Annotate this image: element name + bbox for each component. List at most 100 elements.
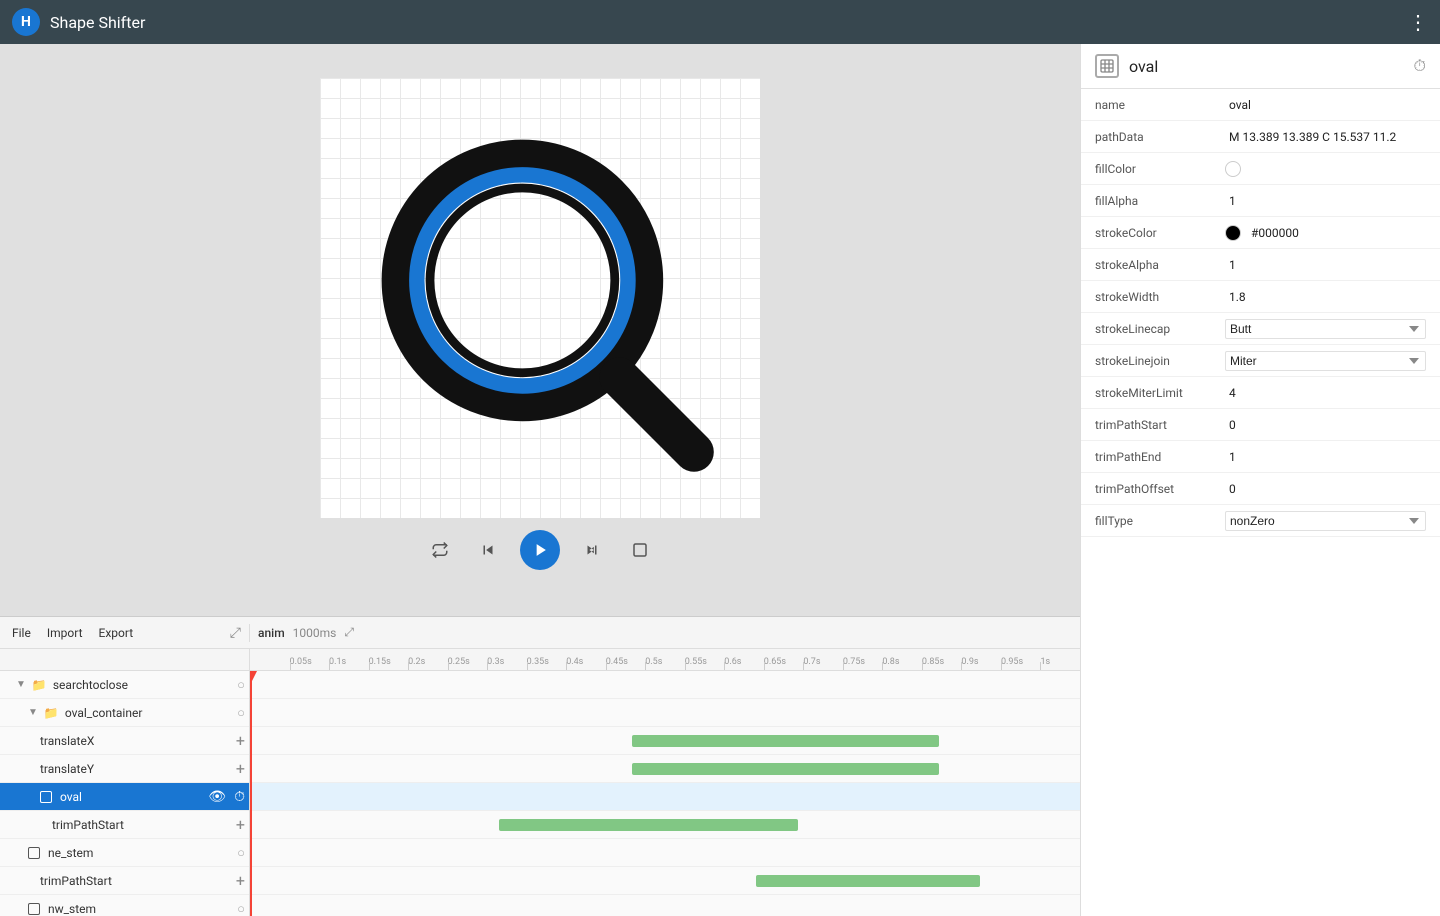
ruler-tick-0.3s: 0.3s <box>487 649 504 670</box>
prop-row-name: nameoval <box>1081 89 1440 121</box>
expand-timeline-icon[interactable]: ⤢ <box>344 625 354 640</box>
panel-timer-icon[interactable]: ⏱ <box>1414 56 1426 76</box>
more-options-icon[interactable]: ⋮ <box>1408 10 1428 34</box>
ruler-tick-1s: 1s <box>1040 649 1050 670</box>
topbar: H Shape Shifter ⋮ <box>0 0 1440 44</box>
ruler-tick-0.65s: 0.65s <box>764 649 786 670</box>
prop-value-fillAlpha: 1 <box>1225 192 1426 210</box>
keyframe-bar-ne-trimPathStart <box>756 875 980 887</box>
ruler-tick-0.75s: 0.75s <box>843 649 865 670</box>
main-area: File Import Export ⤢ anim 1000ms ⤢ 0.05s… <box>0 44 1440 916</box>
repeat-button[interactable] <box>624 534 656 566</box>
prop-select-strokeLinejoin[interactable]: MiterRoundBevel <box>1225 351 1426 371</box>
prop-row-strokeWidth: strokeWidth1.8 <box>1081 281 1440 313</box>
play-button[interactable] <box>520 530 560 570</box>
track-oval[interactable]: oval 👁 ⏱ <box>0 783 249 811</box>
properties-panel: oval ⏱ nameovalpathDataM 13.389 13.389 C… <box>1080 44 1440 916</box>
topbar-left: H Shape Shifter <box>12 8 145 36</box>
track-ne-trimPathStart: trimPathStart + <box>0 867 249 895</box>
skip-forward-button[interactable] <box>576 534 608 566</box>
timeline-tracks-right <box>250 671 1080 916</box>
canvas-wrapper <box>320 78 760 518</box>
import-menu[interactable]: Import <box>43 624 87 642</box>
playback-controls <box>424 518 656 582</box>
keyframe-row-oval-container <box>250 699 1080 727</box>
prop-row-strokeAlpha: strokeAlpha1 <box>1081 249 1440 281</box>
ruler-tick-0.8s: 0.8s <box>882 649 899 670</box>
keyframe-row-ne-stem <box>250 839 1080 867</box>
prop-row-fillColor: fillColor <box>1081 153 1440 185</box>
prop-label-name: name <box>1095 98 1225 112</box>
ruler-spacer <box>0 649 250 670</box>
prop-label-trimPathOffset: trimPathOffset <box>1095 482 1225 496</box>
ruler-tick-0.05s: 0.05s <box>290 649 312 670</box>
keyframe-row-oval <box>250 783 1080 811</box>
prop-value-strokeMiterLimit: 4 <box>1225 384 1426 402</box>
prop-select-strokeLinecap[interactable]: ButtRoundSquare <box>1225 319 1426 339</box>
ruler-tick-0.45s: 0.45s <box>606 649 628 670</box>
track-translateY: translateY + <box>0 755 249 783</box>
keyframe-bar-translateY <box>632 763 939 775</box>
ruler-tick-0.1s: 0.1s <box>329 649 346 670</box>
prop-label-fillColor: fillColor <box>1095 162 1225 176</box>
prop-row-trimPathStart: trimPathStart0 <box>1081 409 1440 441</box>
prop-row-trimPathOffset: trimPathOffset0 <box>1081 473 1440 505</box>
prop-row-fillType: fillTypenonZeroevenOdd <box>1081 505 1440 537</box>
prop-row-strokeLinecap: strokeLinecapButtRoundSquare <box>1081 313 1440 345</box>
prop-value-name: oval <box>1225 96 1426 114</box>
prop-value-pathData: M 13.389 13.389 C 15.537 11.2 <box>1225 128 1426 146</box>
track-oval-trimPathStart: trimPathStart + <box>0 811 249 839</box>
prop-row-strokeMiterLimit: strokeMiterLimit4 <box>1081 377 1440 409</box>
left-panel: File Import Export ⤢ anim 1000ms ⤢ 0.05s… <box>0 44 1080 916</box>
timeline-area: File Import Export ⤢ anim 1000ms ⤢ 0.05s… <box>0 616 1080 916</box>
keyframe-row-ne-trimPathStart <box>250 867 1080 895</box>
track-searchtoclose: ▼ 📁 searchtoclose ○ <box>0 671 249 699</box>
properties-panel-header: oval ⏱ <box>1081 44 1440 89</box>
loop-button[interactable] <box>424 534 456 566</box>
ruler-tick-0.85s: 0.85s <box>922 649 944 670</box>
properties-container: nameovalpathDataM 13.389 13.389 C 15.537… <box>1081 89 1440 537</box>
ruler-tick-0.95s: 0.95s <box>1001 649 1023 670</box>
prop-label-fillAlpha: fillAlpha <box>1095 194 1225 208</box>
keyframe-row-searchtoclose <box>250 671 1080 699</box>
prop-label-strokeWidth: strokeWidth <box>1095 290 1225 304</box>
prop-value-strokeWidth: 1.8 <box>1225 288 1426 306</box>
animation-canvas <box>320 78 760 518</box>
keyframe-row-translateX <box>250 727 1080 755</box>
timeline-body: ▼ 📁 searchtoclose ○ ▼ 📁 oval_container ○ <box>0 671 1080 916</box>
prop-value-trimPathEnd: 1 <box>1225 448 1426 466</box>
export-menu[interactable]: Export <box>95 624 138 642</box>
keyframe-row-oval-trimPathStart <box>250 811 1080 839</box>
color-swatch-strokeColor[interactable] <box>1225 225 1241 241</box>
shape-icon <box>1095 54 1119 78</box>
color-swatch-fillColor[interactable] <box>1225 161 1241 177</box>
prop-select-fillType[interactable]: nonZeroevenOdd <box>1225 511 1426 531</box>
ruler-ticks: 0.05s0.1s0.15s0.2s0.25s0.3s0.35s0.4s0.45… <box>250 649 1080 670</box>
anim-label: anim <box>258 626 285 640</box>
ruler-tick-0.7s: 0.7s <box>803 649 820 670</box>
prop-label-strokeColor: strokeColor <box>1095 226 1225 240</box>
ruler-tick-0.55s: 0.55s <box>685 649 707 670</box>
track-oval-container: ▼ 📁 oval_container ○ <box>0 699 249 727</box>
track-nw-stem: nw_stem ○ <box>0 895 249 916</box>
ruler-tick-0.4s: 0.4s <box>566 649 583 670</box>
prop-value-strokeColor: #000000 <box>1247 224 1303 242</box>
keyframe-bar-translateX <box>632 735 939 747</box>
track-ne-stem: ne_stem ○ <box>0 839 249 867</box>
expand-panel-icon[interactable]: ⤢ <box>230 625 241 641</box>
prop-row-fillAlpha: fillAlpha1 <box>1081 185 1440 217</box>
prop-row-strokeColor: strokeColor #000000 <box>1081 217 1440 249</box>
prop-value-trimPathStart: 0 <box>1225 416 1426 434</box>
file-menu[interactable]: File <box>8 624 35 642</box>
timeline-right-header: anim 1000ms ⤢ <box>250 625 1080 640</box>
timeline-header: File Import Export ⤢ anim 1000ms ⤢ <box>0 617 1080 649</box>
skip-back-button[interactable] <box>472 534 504 566</box>
prop-label-strokeMiterLimit: strokeMiterLimit <box>1095 386 1225 400</box>
prop-label-strokeAlpha: strokeAlpha <box>1095 258 1225 272</box>
ruler-tick-0.5s: 0.5s <box>645 649 662 670</box>
selected-shape-name: oval <box>1129 57 1404 76</box>
canvas-area <box>0 44 1080 616</box>
keyframe-row-translateY <box>250 755 1080 783</box>
prop-label-strokeLinecap: strokeLinecap <box>1095 322 1225 336</box>
app-logo: H <box>12 8 40 36</box>
